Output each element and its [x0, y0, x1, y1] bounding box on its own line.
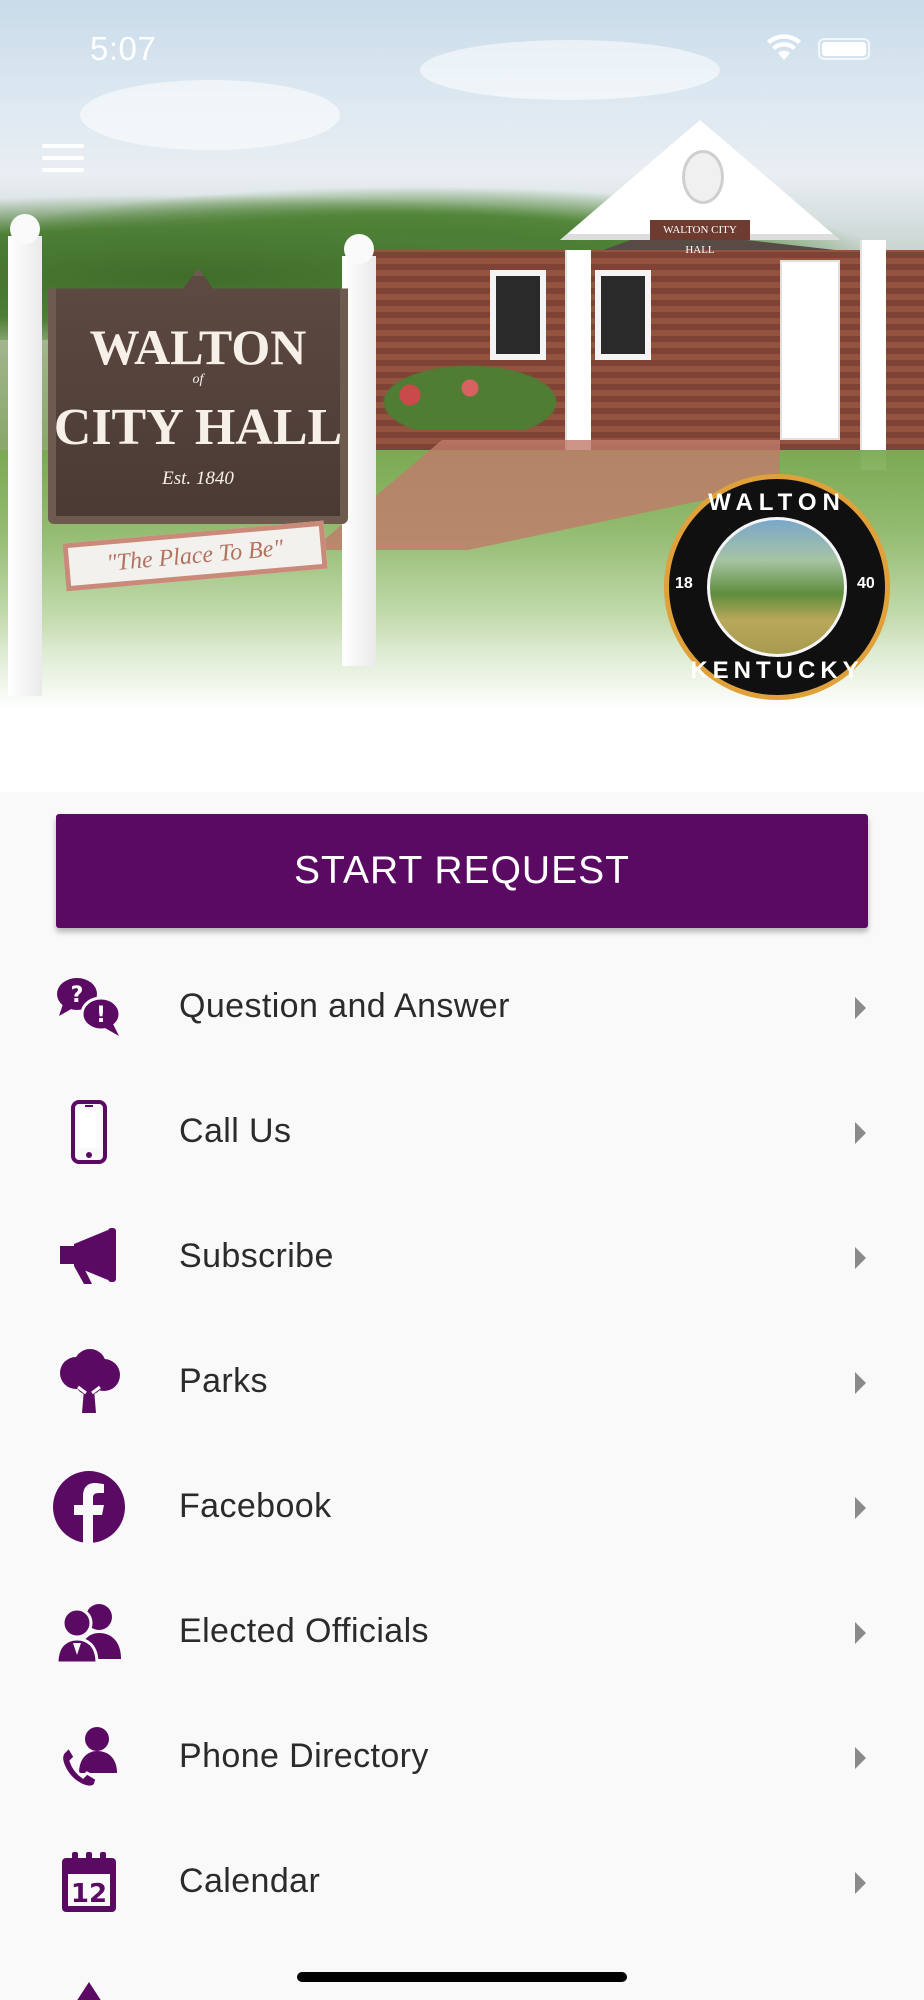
megaphone-icon: [52, 1224, 126, 1290]
seal-top-text: WALTON: [708, 489, 846, 516]
flower-bed: [370, 360, 570, 430]
hamburger-menu-button[interactable]: [42, 144, 84, 176]
menu-item-subscribe[interactable]: Subscribe: [0, 1194, 924, 1319]
home-indicator[interactable]: [297, 1972, 627, 1982]
chevron-right-icon: [855, 1372, 866, 1394]
menu-item-label: Question and Answer: [179, 987, 510, 1025]
wifi-icon: [767, 34, 801, 60]
question-answer-icon: ? !: [52, 974, 126, 1040]
chevron-right-icon: [855, 1122, 866, 1144]
sign-established: Est. 1840: [162, 468, 234, 489]
svg-text:?: ?: [71, 983, 84, 1008]
seal-year-left: 18: [675, 575, 693, 592]
sign-title-city-hall: CITY HALL: [53, 399, 343, 456]
post-cap: [10, 214, 40, 244]
walton-kentucky-seal: WALTON KENTUCKY 18 40: [664, 474, 890, 700]
porch-column: [860, 240, 886, 470]
menu-item-facebook[interactable]: Facebook: [0, 1444, 924, 1569]
menu-item-label: Subscribe: [179, 1237, 334, 1275]
sign-title-walton: WALTON: [89, 319, 307, 375]
officials-icon: [52, 1599, 126, 1665]
phone-contact-icon: [52, 1724, 126, 1790]
tree-icon: [52, 1349, 126, 1415]
chevron-right-icon: [855, 1622, 866, 1644]
menu-item-question-answer[interactable]: ? ! Question and Answer: [0, 944, 924, 1069]
main-content: START REQUEST ? ! Question and Answer Ca…: [0, 792, 924, 2000]
seal-bottom-text: KENTUCKY: [690, 657, 864, 684]
menu-item-label: Calendar: [179, 1862, 321, 1900]
menu-item-label: Call Us: [179, 1112, 292, 1150]
building-door: [780, 260, 840, 440]
hero-banner: WALTON CITY HALL WALTON of CITY HALL Est…: [0, 0, 924, 792]
battery-icon: [818, 38, 870, 60]
building-window: [595, 270, 651, 360]
chevron-right-icon: [855, 1872, 866, 1894]
start-request-button[interactable]: START REQUEST: [56, 814, 868, 928]
mobile-phone-icon: [52, 1099, 126, 1165]
menu-item-label: Elected Officials: [179, 1612, 429, 1650]
menu-item-elected-officials[interactable]: Elected Officials: [0, 1569, 924, 1694]
menu-item-label: Phone Directory: [179, 1737, 429, 1775]
calendar-icon-day: 12: [71, 1879, 107, 1909]
menu-item-label: Parks: [179, 1362, 268, 1400]
menu-item-parks[interactable]: Parks: [0, 1319, 924, 1444]
building-window: [490, 270, 546, 360]
status-time: 5:07: [90, 30, 157, 67]
menu-item-phone-directory[interactable]: Phone Directory: [0, 1694, 924, 1819]
facebook-icon: [52, 1471, 126, 1543]
menu-list: ? ! Question and Answer Call Us Subscrib…: [0, 944, 924, 1944]
chevron-right-icon: [855, 1247, 866, 1269]
menu-item-call-us[interactable]: Call Us: [0, 1069, 924, 1194]
calendar-icon: 12: [52, 1849, 126, 1915]
chevron-right-icon: [855, 1497, 866, 1519]
chevron-right-icon: [855, 997, 866, 1019]
sign-post-left: [8, 236, 42, 696]
seal-landscape: [707, 517, 847, 657]
post-cap: [344, 234, 374, 264]
sign-title-small: of: [192, 372, 204, 387]
chevron-right-icon: [855, 1747, 866, 1769]
svg-text:!: !: [96, 1003, 106, 1028]
cloud: [420, 40, 720, 100]
building-sign: WALTON CITY HALL: [650, 220, 750, 256]
building-vent: [682, 150, 724, 204]
menu-item-calendar[interactable]: 12 Calendar: [0, 1819, 924, 1944]
seal-year-right: 40: [857, 575, 875, 592]
menu-item-label: Facebook: [179, 1487, 332, 1525]
